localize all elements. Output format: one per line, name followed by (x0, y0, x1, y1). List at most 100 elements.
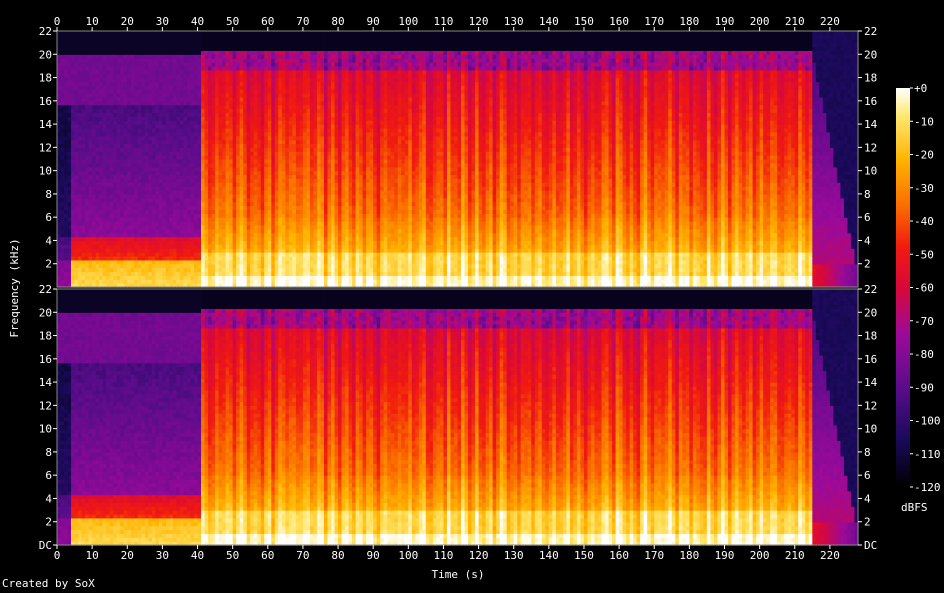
spectrogram-cell (85, 162, 90, 168)
spectrogram-cell (211, 255, 216, 261)
spectrogram-cell (271, 236, 276, 242)
spectrogram-cell (186, 131, 192, 137)
spectrogram-cell (309, 65, 315, 71)
spectrogram-cell (102, 205, 107, 211)
spectrogram-cell (257, 236, 262, 242)
spectrogram-cell (264, 166, 269, 172)
spectrogram-cell (274, 182, 279, 187)
spectrogram-cell (99, 178, 104, 183)
spectrogram-cell (162, 197, 167, 203)
spectrogram-cell (151, 139, 156, 145)
spectrogram-cell (120, 205, 125, 211)
spectrogram-cell (186, 127, 192, 133)
spectrogram-cell (204, 155, 209, 160)
spectrogram-cell (141, 271, 146, 276)
spectrogram-cell (127, 197, 132, 203)
spectrogram-cell (211, 170, 216, 176)
spectrogram-cell (253, 124, 258, 129)
spectrogram-cell (253, 213, 258, 218)
spectrogram-cell (74, 73, 79, 79)
spectrogram-cell (141, 252, 146, 257)
spectrogram-cell (218, 104, 223, 110)
spectrogram-cell (302, 279, 308, 284)
spectrogram-cell (186, 54, 192, 59)
spectrogram-cell (218, 151, 223, 156)
spectrogram-cell (109, 89, 114, 94)
spectrogram-cell (64, 271, 69, 276)
spectrogram-cell (158, 96, 163, 102)
spectrogram-cell (158, 50, 163, 55)
spectrogram-cell (148, 139, 153, 145)
spectrogram-cell (281, 93, 286, 98)
spectrogram-cell (267, 127, 272, 133)
spectrogram-cell (95, 162, 100, 168)
spectrogram-cell (288, 131, 293, 137)
spectrogram-cell (106, 85, 111, 90)
spectrogram-cell (299, 100, 304, 106)
spectrogram-cell (102, 77, 107, 83)
spectrogram-cell (183, 108, 188, 114)
spectrogram-cell (274, 205, 279, 211)
spectrogram-cell (232, 190, 237, 195)
spectrogram-cell (271, 228, 276, 234)
spectrogram-cell (67, 259, 72, 265)
spectrogram-cell (78, 54, 83, 59)
spectrogram-cell (148, 85, 153, 90)
spectrogram-cell (123, 81, 128, 86)
spectrogram-cell (158, 159, 163, 164)
spectrogram-cell (120, 124, 125, 129)
spectrogram-cell (88, 252, 93, 257)
spectrogram-cell (285, 38, 290, 44)
spectrogram-cell (186, 116, 192, 121)
spectrogram-cell (60, 193, 65, 199)
spectrogram-cell (194, 151, 199, 156)
spectrogram-cell (239, 267, 244, 273)
spectrogram-cell (232, 42, 237, 48)
spectrogram-cell (222, 73, 227, 79)
spectrogram-cell (222, 267, 227, 273)
spectrogram-cell (141, 197, 146, 203)
spectrogram-cell (158, 131, 163, 137)
spectrogram-cell (211, 50, 216, 55)
spectrogram-cell (295, 209, 300, 214)
spectrogram-cell (299, 252, 304, 257)
spectrogram-cell (306, 31, 311, 36)
spectrogram-cell (81, 236, 86, 242)
spectrogram-cell (134, 201, 139, 207)
spectrogram-cell (225, 190, 230, 195)
spectrogram-cell (144, 69, 149, 75)
spectrogram-cell (201, 209, 206, 214)
spectrogram-cell (225, 54, 230, 59)
spectrogram-cell (134, 81, 139, 86)
spectrogram-cell (99, 34, 104, 40)
spectrogram-cell (267, 120, 272, 125)
spectrogram-cell (144, 100, 149, 106)
spectrogram-cell (165, 85, 171, 90)
spectrogram-cell (64, 31, 69, 36)
spectrogram-cell (278, 112, 283, 117)
spectrogram-cell (71, 236, 76, 242)
spectrogram-cell (194, 178, 199, 183)
spectrogram-cell (236, 166, 241, 172)
spectrogram-cell (208, 155, 213, 160)
spectrogram-cell (127, 89, 132, 94)
spectrogram-cell (81, 182, 86, 187)
spectrogram-cell (155, 50, 160, 55)
spectrogram-cell (229, 275, 234, 280)
spectrogram-cell (102, 31, 107, 36)
spectrogram-cell (116, 116, 121, 121)
spectrogram-cell (285, 174, 290, 179)
spectrogram-cell (165, 244, 171, 249)
spectrogram-cell (232, 124, 237, 129)
spectrogram-cell (60, 139, 65, 145)
spectrogram-cell (278, 124, 283, 129)
spectrogram-cell (211, 116, 216, 121)
spectrogram-cell (211, 213, 216, 218)
spectrogram-cell (85, 93, 90, 98)
spectrogram-cell (222, 104, 227, 110)
spectrogram-cell (88, 155, 93, 160)
spectrogram-cell (239, 166, 244, 172)
spectrogram-cell (253, 190, 258, 195)
spectrogram-cell (113, 275, 118, 280)
spectrogram-cell (144, 54, 149, 59)
